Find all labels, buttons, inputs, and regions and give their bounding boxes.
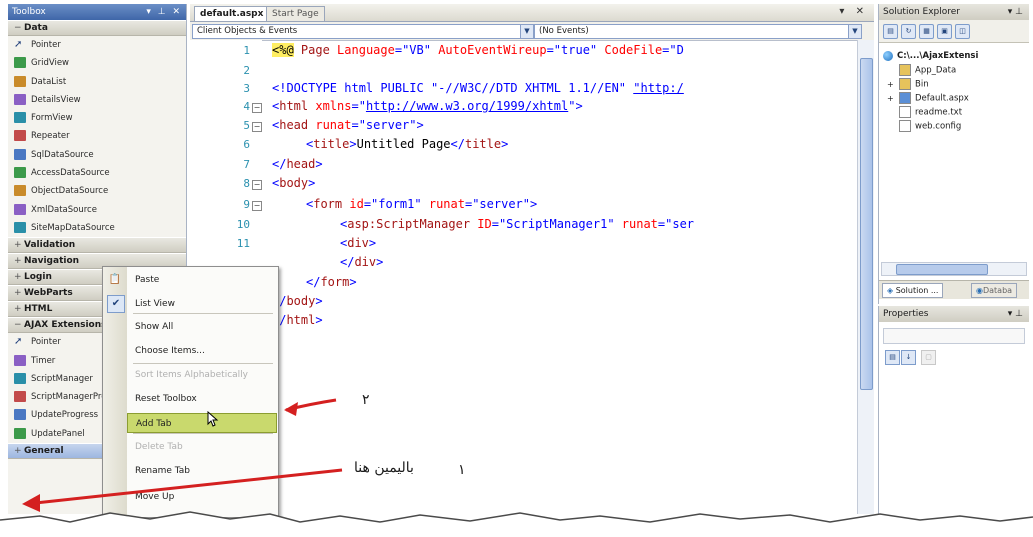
annotation-step-2: ٢: [362, 392, 370, 408]
annotation-step-1: ١: [458, 462, 466, 478]
arrow-to-add-tab: [284, 398, 337, 416]
annotation-right-click-here: بالیمین هنا: [354, 460, 414, 476]
torn-edge-decoration: [0, 511, 1033, 537]
annotation-layer: [22, 398, 343, 512]
